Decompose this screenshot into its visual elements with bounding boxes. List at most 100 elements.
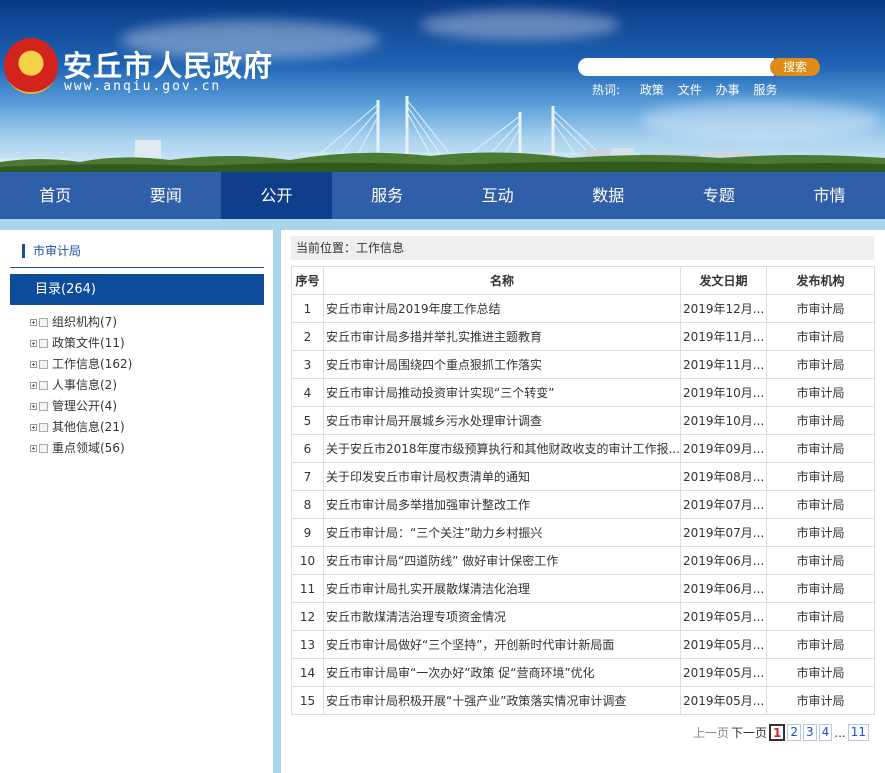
- row-title-link[interactable]: 关于印发安丘市审计局权责清单的通知: [323, 462, 681, 491]
- tree-item[interactable]: 重点领域(56): [30, 438, 132, 459]
- table-row[interactable]: 15 安丘市审计局积极开展“十强产业”政策落实情况审计调查 2019年05月... 市…: [291, 686, 875, 715]
- nav-item-open[interactable]: 公开: [221, 172, 332, 219]
- page-number-last[interactable]: 11: [847, 724, 869, 741]
- hot-words-label: 热词:: [592, 83, 621, 97]
- tree-item[interactable]: 政策文件(11): [30, 333, 132, 354]
- expand-icon[interactable]: [30, 403, 37, 410]
- tree-item-label[interactable]: 管理公开(4): [52, 396, 117, 417]
- tree-item-label[interactable]: 工作信息(162): [52, 354, 132, 375]
- tree-item[interactable]: 其他信息(21): [30, 417, 132, 438]
- table-row[interactable]: 13 安丘市审计局做好“三个坚持”，开创新时代审计新局面 2019年05月... 市审…: [291, 630, 875, 659]
- row-title-link[interactable]: 关于安丘市2018年度市级预算执行和其他财政收支的审计工作报...: [323, 434, 681, 463]
- catalog-header[interactable]: 目录(264): [10, 274, 264, 305]
- folder-icon: [39, 381, 48, 390]
- page-number[interactable]: 4: [818, 724, 833, 741]
- row-index: 4: [291, 378, 324, 407]
- expand-icon[interactable]: [30, 424, 37, 431]
- row-title-link[interactable]: 安丘市审计局推动投资审计实现“三个转变”: [323, 378, 681, 407]
- page-ellipsis: ...: [834, 725, 846, 740]
- sidebar-title: 市审计局: [22, 244, 81, 258]
- row-title-link[interactable]: 安丘市审计局审“一次办好”政策 促“营商环境”优化: [323, 658, 681, 687]
- catalog-tree: 组织机构(7) 政策文件(11) 工作信息(162) 人事信息(2) 管理公开(…: [30, 312, 132, 459]
- row-title-link[interactable]: 安丘市审计局开展城乡污水处理审计调查: [323, 406, 681, 435]
- folder-icon: [39, 444, 48, 453]
- table-row[interactable]: 2 安丘市审计局多措并举扎实推进主题教育 2019年11月... 市审计局: [291, 322, 875, 351]
- tree-item-label[interactable]: 政策文件(11): [52, 333, 125, 354]
- row-title-link[interactable]: 安丘市审计局2019年度工作总结: [323, 294, 681, 323]
- row-title-link[interactable]: 安丘市散煤清洁治理专项资金情况: [323, 602, 681, 631]
- row-org: 市审计局: [766, 350, 875, 379]
- expand-icon[interactable]: [30, 340, 37, 347]
- nav-item-interaction[interactable]: 互动: [442, 172, 553, 219]
- page-number[interactable]: 2: [787, 724, 801, 741]
- tree-item-label[interactable]: 人事信息(2): [52, 375, 117, 396]
- row-index: 15: [291, 686, 324, 715]
- tree-item[interactable]: 工作信息(162): [30, 354, 132, 375]
- nav-item-data[interactable]: 数据: [553, 172, 664, 219]
- row-title-link[interactable]: 安丘市审计局“四道防线” 做好审计保密工作: [323, 546, 681, 575]
- tree-item[interactable]: 人事信息(2): [30, 375, 132, 396]
- row-index: 9: [291, 518, 324, 547]
- row-org: 市审计局: [766, 294, 875, 323]
- row-date: 2019年06月...: [680, 574, 767, 603]
- row-org: 市审计局: [766, 518, 875, 547]
- row-org: 市审计局: [766, 434, 875, 463]
- nav-item-city-info[interactable]: 市情: [774, 172, 885, 219]
- row-title-link[interactable]: 安丘市审计局多措并举扎实推进主题教育: [323, 322, 681, 351]
- next-page-link[interactable]: 下一页: [731, 724, 767, 741]
- table-row[interactable]: 8 安丘市审计局多举措加强审计整改工作 2019年07月... 市审计局: [291, 490, 875, 519]
- table-row[interactable]: 10 安丘市审计局“四道防线” 做好审计保密工作 2019年06月... 市审计局: [291, 546, 875, 575]
- nav-item-service[interactable]: 服务: [332, 172, 443, 219]
- tree-item-label[interactable]: 其他信息(21): [52, 417, 125, 438]
- row-date: 2019年05月...: [680, 630, 767, 659]
- column-header-date: 发文日期: [680, 266, 767, 295]
- row-date: 2019年05月...: [680, 658, 767, 687]
- row-title-link[interactable]: 安丘市审计局积极开展“十强产业”政策落实情况审计调查: [323, 686, 681, 715]
- folder-icon: [39, 360, 48, 369]
- nav-item-topics[interactable]: 专题: [664, 172, 775, 219]
- row-title-link[interactable]: 安丘市审计局多举措加强审计整改工作: [323, 490, 681, 519]
- table-row[interactable]: 4 安丘市审计局推动投资审计实现“三个转变” 2019年10月... 市审计局: [291, 378, 875, 407]
- row-org: 市审计局: [766, 602, 875, 631]
- table-row[interactable]: 11 安丘市审计局扎实开展散煤清洁化治理 2019年06月... 市审计局: [291, 574, 875, 603]
- tree-item-label[interactable]: 组织机构(7): [52, 312, 117, 333]
- expand-icon[interactable]: [30, 319, 37, 326]
- row-index: 6: [291, 434, 324, 463]
- tree-item-label[interactable]: 重点领域(56): [52, 438, 125, 459]
- table-row[interactable]: 6 关于安丘市2018年度市级预算执行和其他财政收支的审计工作报... 2019年0…: [291, 434, 875, 463]
- hot-word-link[interactable]: 政策: [640, 83, 664, 97]
- page-number[interactable]: 3: [802, 724, 817, 741]
- row-title-link[interactable]: 安丘市审计局扎实开展散煤清洁化治理: [323, 574, 681, 603]
- prev-page-link[interactable]: 上一页: [693, 724, 729, 741]
- document-table: 序号 名称 发文日期 发布机构 1 安丘市审计局2019年度工作总结 2019年12…: [291, 266, 875, 715]
- table-row[interactable]: 1 安丘市审计局2019年度工作总结 2019年12月... 市审计局: [291, 294, 875, 323]
- table-row[interactable]: 7 关于印发安丘市审计局权责清单的通知 2019年08月... 市审计局: [291, 462, 875, 491]
- row-title-link[interactable]: 安丘市审计局：“三个关注”助力乡村振兴: [323, 518, 681, 547]
- row-title-link[interactable]: 安丘市审计局做好“三个坚持”，开创新时代审计新局面: [323, 630, 681, 659]
- divider: [10, 267, 264, 268]
- hot-word-link[interactable]: 办事: [716, 83, 740, 97]
- table-row[interactable]: 14 安丘市审计局审“一次办好”政策 促“营商环境”优化 2019年05月... 市审…: [291, 658, 875, 687]
- search-input[interactable]: [578, 58, 774, 76]
- tree-item[interactable]: 组织机构(7): [30, 312, 132, 333]
- search-button[interactable]: 搜索: [770, 58, 820, 76]
- row-org: 市审计局: [766, 406, 875, 435]
- row-title-link[interactable]: 安丘市审计局围绕四个重点狠抓工作落实: [323, 350, 681, 379]
- page-number-current[interactable]: 1: [768, 724, 786, 741]
- expand-icon[interactable]: [30, 445, 37, 452]
- row-date: 2019年11月...: [680, 350, 767, 379]
- table-row[interactable]: 3 安丘市审计局围绕四个重点狠抓工作落实 2019年11月... 市审计局: [291, 350, 875, 379]
- pagination: 上一页 下一页 1 2 3 4 ... 11: [693, 724, 871, 741]
- table-row[interactable]: 12 安丘市散煤清洁治理专项资金情况 2019年05月... 市审计局: [291, 602, 875, 631]
- expand-icon[interactable]: [30, 361, 37, 368]
- table-row[interactable]: 9 安丘市审计局：“三个关注”助力乡村振兴 2019年07月... 市审计局: [291, 518, 875, 547]
- table-row[interactable]: 5 安丘市审计局开展城乡污水处理审计调查 2019年10月... 市审计局: [291, 406, 875, 435]
- tree-item[interactable]: 管理公开(4): [30, 396, 132, 417]
- hot-word-link[interactable]: 文件: [678, 83, 702, 97]
- expand-icon[interactable]: [30, 382, 37, 389]
- row-date: 2019年11月...: [680, 322, 767, 351]
- row-date: 2019年10月...: [680, 378, 767, 407]
- hot-word-link[interactable]: 服务: [753, 83, 777, 97]
- nav-item-home[interactable]: 首页: [0, 172, 111, 219]
- nav-item-news[interactable]: 要闻: [111, 172, 222, 219]
